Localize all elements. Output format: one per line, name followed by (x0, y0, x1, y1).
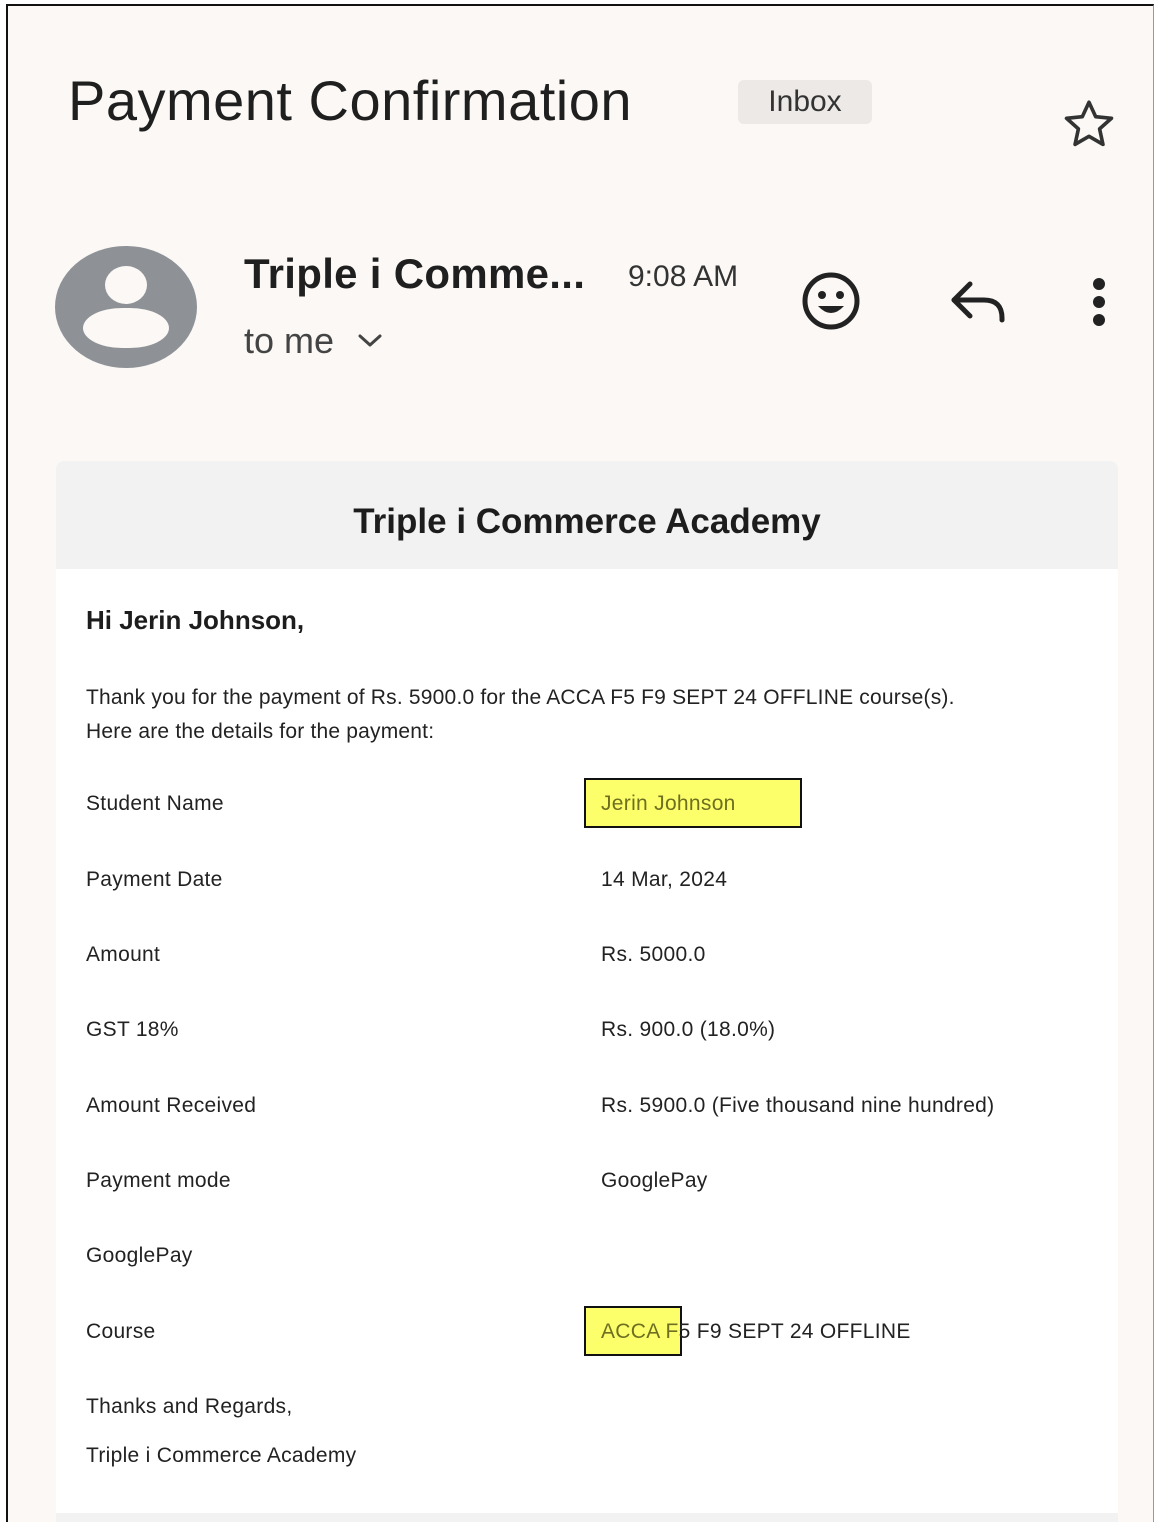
intro-text: Thank you for the payment of Rs. 5900.0 … (86, 681, 1106, 749)
recipient-toggle[interactable]: to me (244, 320, 384, 362)
detail-value: Jerin Johnson (601, 792, 736, 815)
email-body-card: Triple i Commerce Academy Hi Jerin Johns… (56, 461, 1118, 1522)
email-body-header: Triple i Commerce Academy (56, 461, 1118, 569)
detail-value: 14 Mar, 2024 (601, 868, 728, 891)
avatar-head-shape (105, 266, 147, 304)
inbox-label-chip[interactable]: Inbox (738, 80, 872, 124)
chevron-down-icon (358, 334, 382, 347)
signoff: Thanks and Regards, (86, 1395, 293, 1418)
email-view: Payment Confirmation Inbox Triple i Comm… (6, 4, 1154, 1522)
academy-title: Triple i Commerce Academy (353, 502, 821, 541)
more-vert-icon[interactable] (1084, 270, 1114, 334)
recipient-label: to me (244, 320, 335, 361)
intro-line-1: Thank you for the payment of Rs. 5900.0 … (86, 686, 955, 709)
reply-icon[interactable] (944, 274, 1008, 330)
detail-label: Payment Date (86, 868, 223, 891)
detail-label: Student Name (86, 792, 224, 815)
detail-label: Payment mode (86, 1169, 231, 1192)
greeting: Hi Jerin Johnson, (86, 605, 305, 635)
email-body-footer (56, 1513, 1118, 1522)
detail-value: Rs. 5000.0 (601, 943, 706, 966)
detail-value: GooglePay (601, 1169, 708, 1192)
signature: Triple i Commerce Academy (86, 1444, 357, 1467)
email-time: 9:08 AM (628, 260, 739, 293)
detail-label: GooglePay (86, 1244, 193, 1267)
course-rest-text: 5 F9 SEPT 24 OFFLINE (678, 1320, 911, 1343)
sender-avatar[interactable] (55, 246, 197, 368)
avatar-body-shape (83, 308, 169, 348)
emoji-reaction-icon[interactable] (800, 270, 862, 332)
sender-name[interactable]: Triple i Comme... (244, 250, 585, 298)
email-subject: Payment Confirmation (68, 69, 633, 132)
detail-value: Rs. 5900.0 (Five thousand nine hundred) (601, 1094, 995, 1117)
detail-label: Course (86, 1320, 156, 1343)
detail-label: GST 18% (86, 1018, 179, 1041)
detail-value: ACCA F5 F9 SEPT 24 OFFLINE (601, 1320, 911, 1344)
course-highlight-text: ACCA F (601, 1320, 679, 1343)
detail-value: Rs. 900.0 (18.0%) (601, 1018, 776, 1041)
detail-label: Amount (86, 943, 161, 966)
intro-line-2: Here are the details for the payment: (86, 720, 435, 743)
detail-label: Amount Received (86, 1094, 257, 1117)
star-icon[interactable] (1058, 94, 1120, 156)
